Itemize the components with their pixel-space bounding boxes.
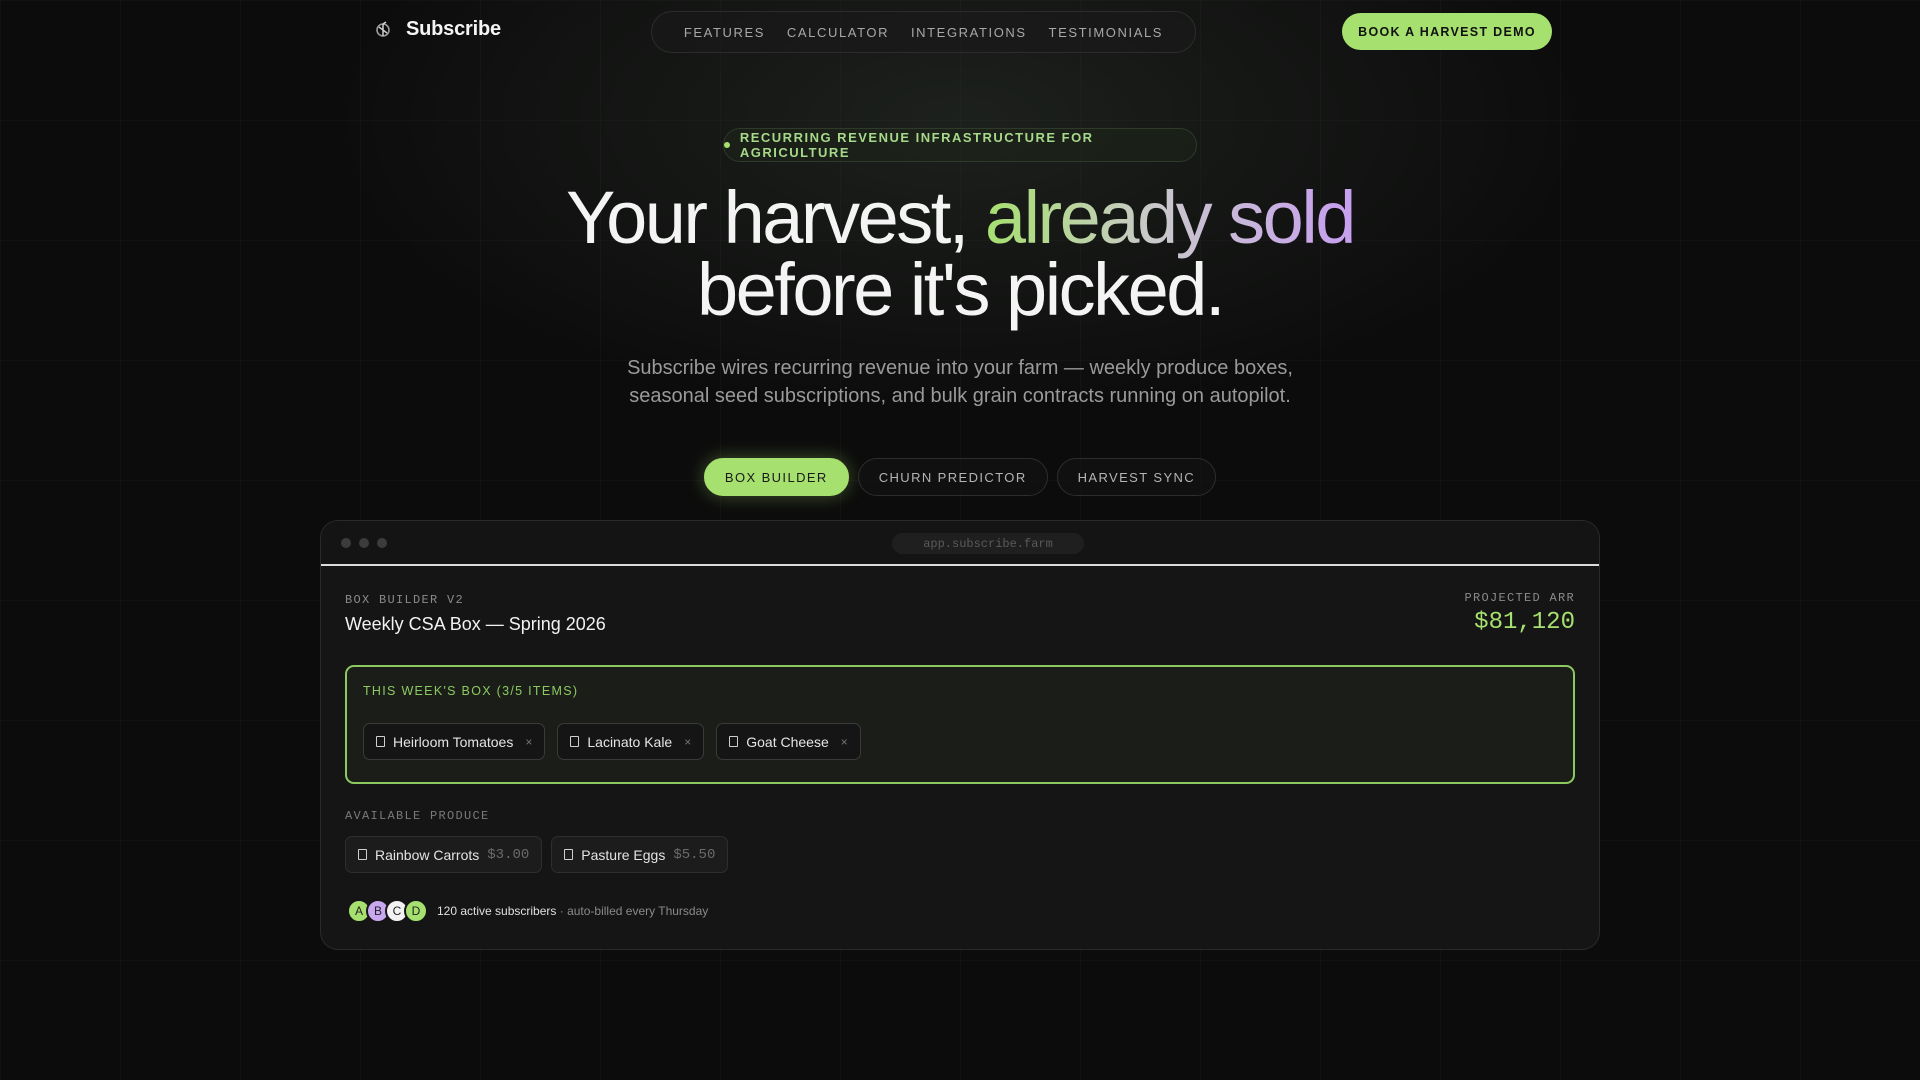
remove-icon[interactable]: × bbox=[684, 735, 691, 749]
arr-value: $81,120 bbox=[1474, 609, 1575, 636]
produce-icon bbox=[570, 736, 580, 747]
produce-name: Rainbow Carrots bbox=[375, 846, 480, 863]
hero-title-part2: before it's picked. bbox=[696, 248, 1226, 331]
box-item-chip[interactable]: Lacinato Kale × bbox=[557, 723, 705, 760]
produce-chip[interactable]: Rainbow Carrots $3.00 bbox=[345, 836, 543, 873]
hero-subtitle: Subscribe wires recurring revenue into y… bbox=[560, 354, 1360, 410]
hero-subtitle-line1: Subscribe wires recurring revenue into y… bbox=[627, 357, 1293, 379]
hero-badge-text: RECURRING REVENUE INFRASTRUCTURE FOR AGR… bbox=[739, 130, 1094, 160]
window-dot-icon[interactable] bbox=[359, 538, 369, 548]
feature-tabs: BOX BUILDER CHURN PREDICTOR HARVEST SYNC bbox=[0, 458, 1920, 496]
nav-link-features[interactable]: FEATURES bbox=[684, 25, 765, 40]
seedling-icon bbox=[372, 19, 394, 41]
app-window: app.subscribe.farm BOX BUILDER V2 Weekly… bbox=[320, 520, 1600, 950]
section-label: BOX BUILDER V2 bbox=[345, 593, 465, 607]
url-bar[interactable]: app.subscribe.farm bbox=[892, 533, 1084, 554]
produce-price: $5.50 bbox=[673, 846, 716, 863]
produce-chip[interactable]: Pasture Eggs $5.50 bbox=[551, 836, 729, 873]
avatar-stack: A B C D bbox=[347, 899, 428, 923]
remove-icon[interactable]: × bbox=[841, 735, 848, 749]
tab-harvest-sync[interactable]: HARVEST SYNC bbox=[1056, 458, 1217, 496]
produce-icon bbox=[376, 736, 385, 747]
hero-title-part1: Your harvest, bbox=[566, 176, 985, 259]
avatar: D bbox=[404, 899, 428, 923]
book-demo-button[interactable]: BOOK A HARVEST DEMO bbox=[1342, 13, 1552, 50]
subscriber-count-text: 120 active subscribers bbox=[437, 904, 557, 918]
produce-icon bbox=[729, 736, 739, 747]
box-item-label: Heirloom Tomatoes bbox=[393, 733, 514, 750]
available-produce-label: AVAILABLE PRODUCE bbox=[345, 809, 490, 823]
window-titlebar: app.subscribe.farm bbox=[321, 521, 1599, 566]
week-box-dropzone[interactable]: THIS WEEK'S BOX (3/5 ITEMS) Heirloom Tom… bbox=[345, 665, 1575, 784]
top-nav: Subscribe FEATURES CALCULATOR INTEGRATIO… bbox=[0, 0, 1920, 64]
window-dot-icon[interactable] bbox=[341, 538, 351, 548]
box-item-chip[interactable]: Heirloom Tomatoes × bbox=[363, 723, 546, 760]
window-dot-icon[interactable] bbox=[377, 538, 387, 548]
tab-box-builder[interactable]: BOX BUILDER bbox=[703, 458, 849, 496]
hero-title: Your harvest, already sold before it's p… bbox=[0, 181, 1920, 327]
window-controls bbox=[341, 538, 387, 548]
hero-subtitle-line2: seasonal seed subscriptions, and bulk gr… bbox=[629, 385, 1291, 407]
produce-price: $3.00 bbox=[487, 846, 530, 863]
subscriber-note: · auto-billed every Thursday bbox=[559, 904, 709, 918]
subscriber-count: 120 active subscribers · auto-billed eve… bbox=[437, 904, 708, 918]
tab-churn-predictor[interactable]: CHURN PREDICTOR bbox=[857, 458, 1048, 496]
subscriber-note-text: auto-billed every Thursday bbox=[567, 904, 709, 918]
arr-label: PROJECTED ARR bbox=[1464, 591, 1575, 605]
box-title: Weekly CSA Box — Spring 2026 bbox=[345, 614, 606, 634]
box-item-label: Lacinato Kale bbox=[587, 733, 673, 750]
produce-icon bbox=[564, 849, 574, 860]
hero-badge: RECURRING REVENUE INFRASTRUCTURE FOR AGR… bbox=[723, 128, 1197, 162]
box-item-label: Goat Cheese bbox=[746, 733, 829, 750]
nav-link-calculator[interactable]: CALCULATOR bbox=[787, 25, 889, 40]
nav-link-integrations[interactable]: INTEGRATIONS bbox=[911, 25, 1027, 40]
produce-name: Pasture Eggs bbox=[581, 846, 666, 863]
brand[interactable]: Subscribe bbox=[372, 18, 501, 41]
produce-icon bbox=[358, 849, 367, 860]
week-box-label: THIS WEEK'S BOX (3/5 ITEMS) bbox=[363, 684, 579, 698]
hero-title-accent: already sold bbox=[984, 176, 1357, 259]
nav-link-testimonials[interactable]: TESTIMONIALS bbox=[1049, 25, 1164, 40]
status-dot-icon bbox=[724, 142, 730, 148]
subscriber-summary: A B C D 120 active subscribers · auto-bi… bbox=[347, 899, 708, 923]
remove-icon[interactable]: × bbox=[525, 735, 532, 749]
box-item-chip[interactable]: Goat Cheese × bbox=[716, 723, 861, 760]
brand-name: Subscribe bbox=[406, 18, 501, 40]
nav-links: FEATURES CALCULATOR INTEGRATIONS TESTIMO… bbox=[651, 11, 1196, 53]
available-produce-list: Rainbow Carrots $3.00 Pasture Eggs $5.50 bbox=[345, 836, 729, 873]
week-box-items: Heirloom Tomatoes × Lacinato Kale × Goat… bbox=[363, 723, 861, 760]
